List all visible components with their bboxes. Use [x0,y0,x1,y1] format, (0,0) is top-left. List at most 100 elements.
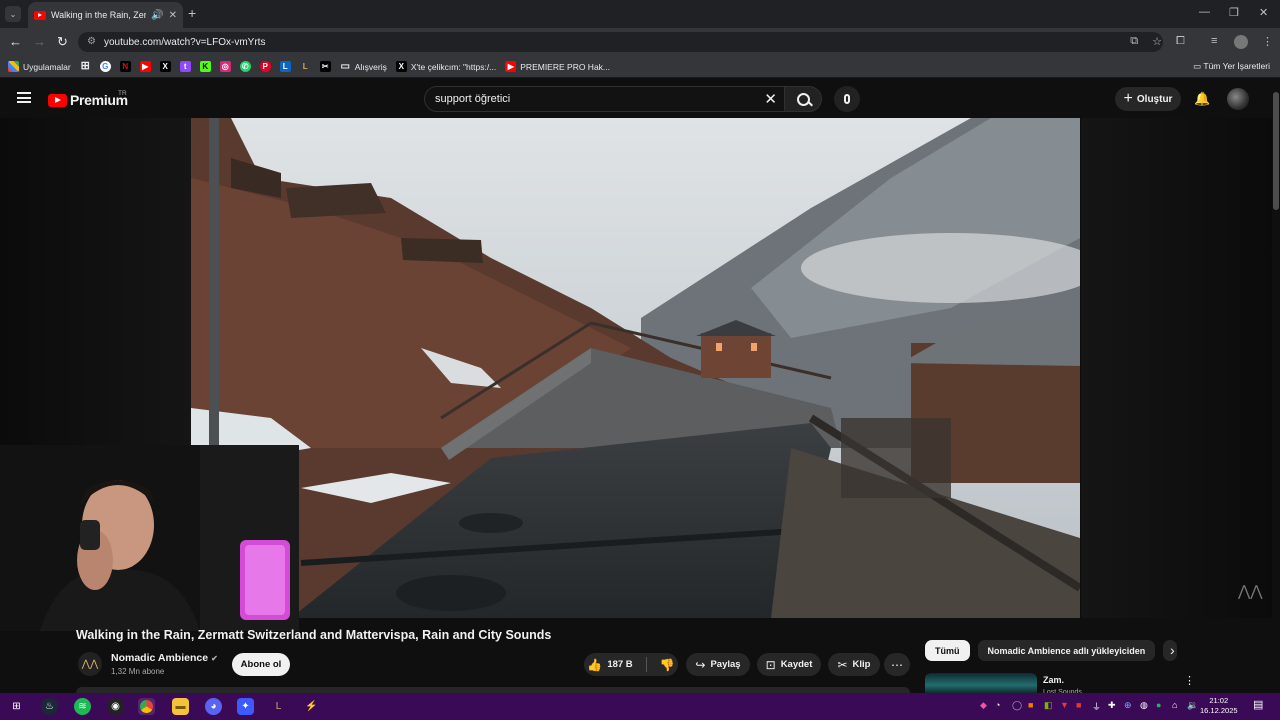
obs-icon[interactable]: ◉ [107,698,124,715]
nvidia-icon[interactable]: ◧ [1044,700,1053,711]
restore-icon[interactable]: ❐ [1229,6,1239,19]
valorant-icon[interactable]: ⚡ [303,698,320,715]
tray-clock-app-icon[interactable]: ◔ [995,700,1000,710]
like-count[interactable]: 187 B [607,659,632,670]
thumbs-up-icon[interactable]: 👍 [587,658,602,672]
extensions-icon[interactable]: ⧠ [1176,35,1185,48]
volume-icon[interactable]: 🔉 [1187,700,1198,711]
spotify-icon[interactable]: ≋ [74,698,91,715]
subscribe-button[interactable]: Abone ol [232,653,290,676]
kick-icon[interactable]: K [199,61,211,72]
tray-network-app-icon[interactable]: ⊕ [1124,700,1132,711]
video-frame[interactable] [191,118,1080,618]
bookmark-star-icon[interactable]: ☆ [1152,35,1162,48]
grid-icon[interactable]: ⊞ [80,61,91,72]
bookmark-label: X'te çelikcım: "https:/... [410,61,497,72]
clip-button[interactable]: ✂ Klip [828,653,880,676]
google-icon[interactable]: G [99,61,111,72]
profile-avatar[interactable] [1234,35,1248,49]
tray-game-icon[interactable]: ✚ [1108,700,1116,711]
channel-watermark-icon[interactable]: ⋀⋀ [1238,582,1263,600]
bookmarks-bar: Uygulamalar ⊞ G N ▶ X t K ◎ ✆ P L L ✂ ▭ … [0,56,1280,78]
netflix-icon[interactable]: N [119,61,131,72]
notification-center-icon[interactable]: ▤ [1253,698,1263,711]
media-controls-icon[interactable]: ≡ [1211,35,1217,47]
x-icon[interactable]: X [159,61,171,72]
webcam-image [0,445,299,631]
browser-menu-icon[interactable]: ⋮ [1262,35,1273,48]
video-title: Walking in the Rain, Zermatt Switzerland… [76,628,552,642]
save-playlist-icon: ⊡ [765,657,776,672]
usb-icon[interactable]: ⏚ [1092,700,1101,713]
league-icon[interactable]: L [300,61,311,72]
create-button[interactable]: + Oluştur [1115,87,1181,111]
network-icon[interactable]: ⌂ [1172,700,1177,710]
notifications-bell-icon[interactable]: 🔔 [1194,91,1210,107]
bookmark-x-post[interactable]: X X'te çelikcım: "https:/... [395,61,497,72]
twitch-icon[interactable]: t [179,61,191,72]
tray-red-icon[interactable]: ▼ [1060,700,1069,710]
instagram-icon[interactable]: ◎ [219,61,231,72]
tray-circle-icon[interactable]: ◯ [1012,700,1022,711]
launcher-icon[interactable]: ✦ [237,698,254,715]
youtube-logo[interactable]: Premium TR [48,90,128,108]
new-tab-button[interactable]: + [188,5,196,21]
system-clock[interactable]: 21:02 16.12.2025 [1200,696,1238,716]
recommendation-title[interactable]: Zam. [1043,675,1064,685]
chip-from-uploader[interactable]: Nomadic Ambience adlı yükleyiciden [977,640,1156,661]
save-button[interactable]: ⊡ Kaydet [757,653,821,676]
menu-icon[interactable] [17,92,31,103]
whatsapp-icon[interactable]: ✆ [239,61,251,72]
tray-spotify-icon[interactable]: ● [1156,700,1161,710]
steam-icon[interactable]: ♨ [41,698,58,715]
tray-logitech-icon[interactable]: ◍ [1140,700,1148,711]
linkedin-icon[interactable]: L [279,61,291,72]
reload-icon[interactable]: ↻ [57,34,68,50]
cast-icon[interactable]: ⧉ [1130,35,1138,48]
browser-tab-active[interactable]: Walking in the Rain, Zermatt 🔊 ✕ [28,2,183,28]
clear-search-icon[interactable]: ✕ [764,90,777,108]
league-client-icon[interactable]: L [270,698,287,715]
close-tab-icon[interactable]: ✕ [169,10,177,21]
tray-record-icon[interactable]: ■ [1076,700,1081,710]
youtube-bookmark-icon: ▶ [505,61,517,72]
voice-search-button[interactable] [834,86,860,112]
user-avatar[interactable] [1227,88,1249,110]
pinterest-icon[interactable]: P [259,61,271,72]
chip-all[interactable]: Tümü [925,640,970,661]
recommendation-thumbnail[interactable] [925,673,1037,693]
tab-search-icon[interactable]: ⌄ [5,6,21,22]
close-window-icon[interactable]: ✕ [1259,6,1268,19]
capcut-icon[interactable]: ✂ [319,61,331,72]
thumbs-down-icon[interactable]: 👎 [660,658,675,672]
bookmark-shopping[interactable]: ▭ Alışveriş [340,61,386,72]
site-info-icon[interactable]: ⚙ [87,36,96,47]
file-explorer-icon[interactable]: ▬ [172,698,189,715]
chevron-right-icon[interactable]: › [1170,642,1175,658]
tray-app-icon[interactable]: ◆ [980,700,987,711]
scrollbar-thumb[interactable] [1273,92,1279,210]
audio-playing-icon[interactable]: 🔊 [151,10,163,21]
youtube-bookmark-icon[interactable]: ▶ [139,61,151,72]
more-vertical-icon[interactable]: ⋮ [1184,674,1195,687]
back-arrow-icon[interactable]: ← [9,34,22,49]
chrome-icon[interactable] [138,698,155,715]
minimize-icon[interactable]: — [1199,6,1210,18]
bookmark-premiere[interactable]: ▶ PREMIERE PRO Hak... [505,61,610,72]
forward-arrow-icon[interactable]: → [33,34,46,49]
address-bar[interactable]: ⚙ youtube.com/watch?v=LFOx-vmYrts [78,32,1163,52]
windows-start-icon[interactable]: ⊞ [8,698,25,715]
tray-orange-icon[interactable]: ■ [1028,700,1033,710]
search-button[interactable] [784,86,822,112]
webcam-overlay [0,445,299,631]
bookmark-apps[interactable]: Uygulamalar [8,61,71,72]
discord-icon[interactable]: ◕ [205,698,222,715]
share-button[interactable]: ↪ Paylaş [686,653,750,676]
channel-avatar[interactable]: ⋀⋀ [78,652,102,676]
channel-name[interactable]: Nomadic Ambience ✔ [111,652,218,664]
channel-name-text: Nomadic Ambience [111,652,209,664]
all-bookmarks[interactable]: ▭ Tüm Yer İşaretleri [1193,61,1270,72]
folder-icon: ▭ [1193,61,1204,71]
search-input[interactable]: support öğretici ✕ [424,86,786,112]
more-actions-button[interactable]: ⋯ [884,653,910,676]
